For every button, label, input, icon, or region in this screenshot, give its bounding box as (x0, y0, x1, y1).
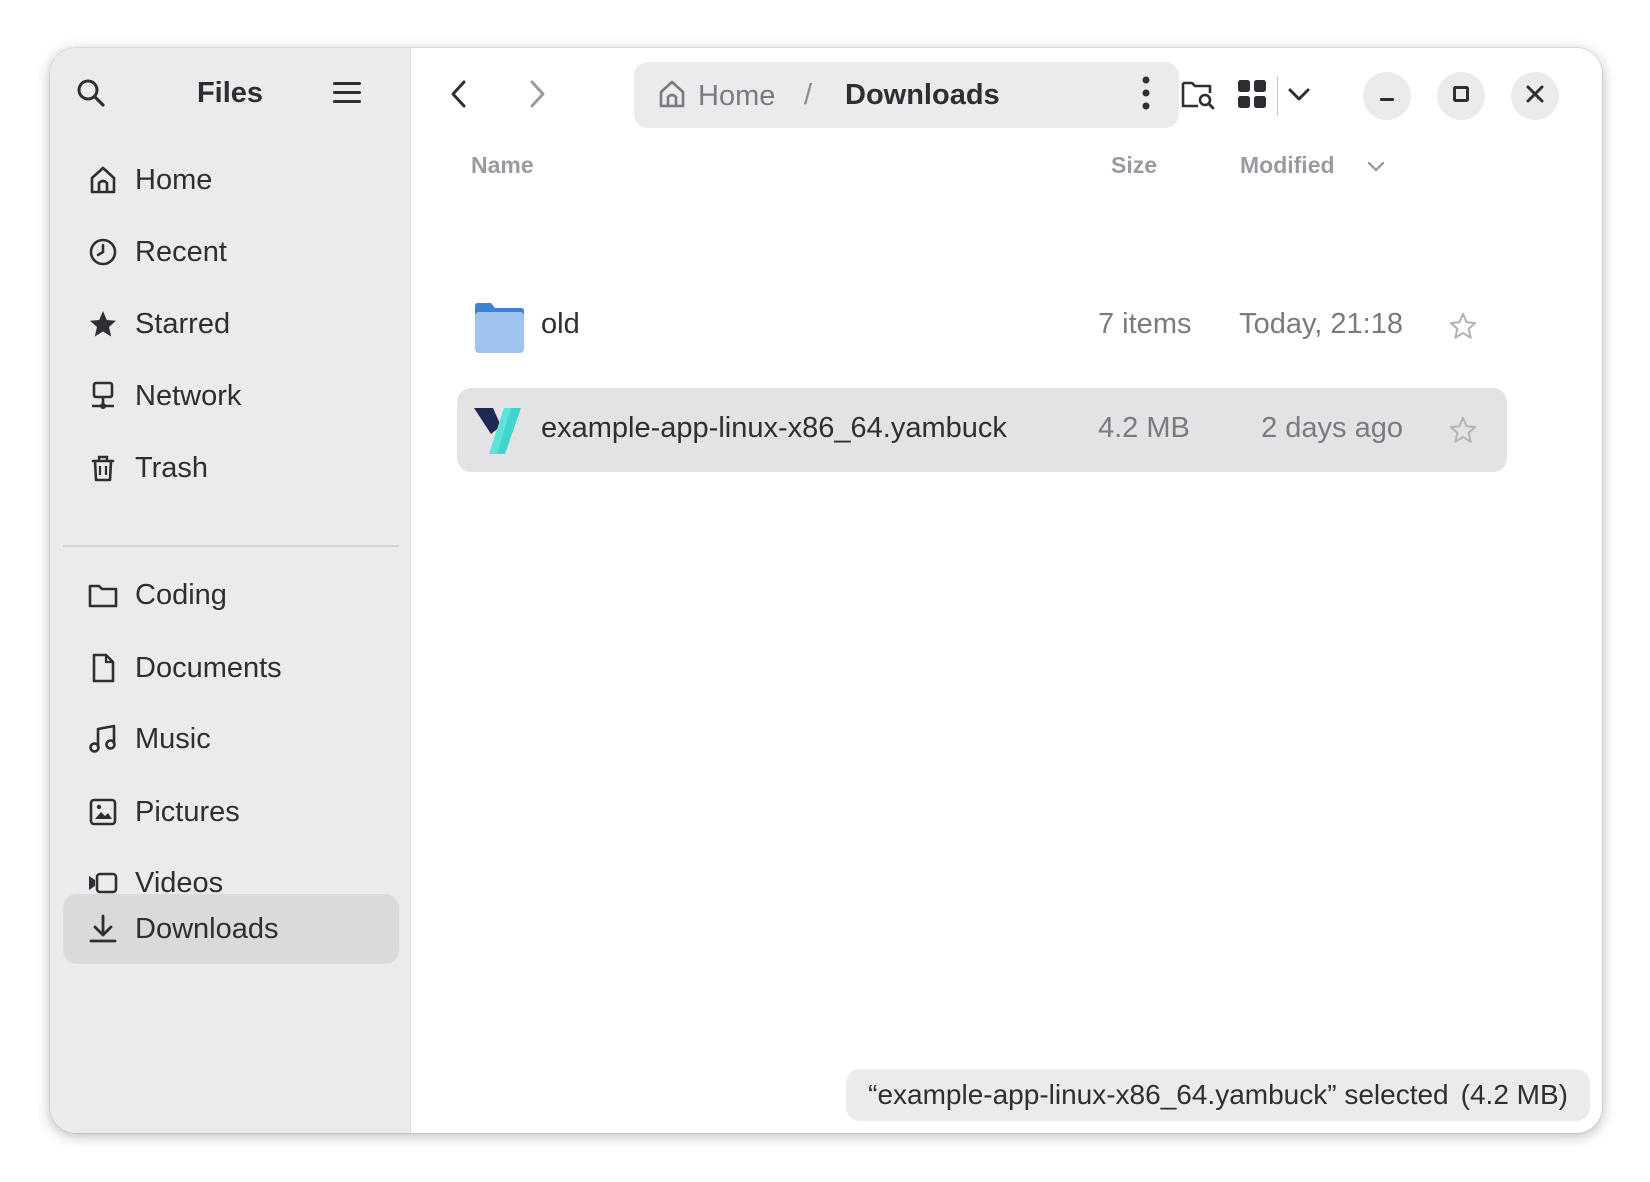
sidebar-item-documents[interactable]: Documents (63, 633, 399, 703)
main-menu-button[interactable] (322, 70, 372, 120)
file-modified: 2 days ago (1261, 412, 1403, 444)
sidebar-separator (63, 545, 399, 547)
sidebar-item-recent[interactable]: Recent (63, 217, 399, 287)
sidebar-item-coding[interactable]: Coding (63, 560, 399, 630)
picture-icon (85, 794, 121, 830)
chevron-down-icon (1287, 86, 1311, 107)
maximize-button[interactable] (1437, 72, 1485, 120)
yambuck-app-icon (471, 404, 527, 460)
network-icon (85, 378, 121, 414)
clock-icon (85, 234, 121, 270)
folder-icon (471, 300, 527, 356)
star-outline-icon (1449, 416, 1477, 443)
file-modified: Today, 21:18 (1239, 308, 1403, 340)
breadcrumb-home[interactable]: Home (656, 78, 775, 115)
breadcrumb-home-label: Home (698, 80, 776, 112)
status-size-text: (4.2 MB) (1460, 1079, 1568, 1110)
home-icon (656, 78, 688, 115)
column-header-size[interactable]: Size (1111, 152, 1157, 179)
home-icon (85, 162, 121, 198)
view-options-button[interactable] (1279, 70, 1319, 122)
sidebar-item-music[interactable]: Music (63, 704, 399, 774)
sidebar-item-trash[interactable]: Trash (63, 433, 399, 503)
sidebar-item-home[interactable]: Home (63, 145, 399, 215)
back-button[interactable] (433, 70, 485, 122)
file-row-yambuck[interactable]: example-app-linux-x86_64.yambuck 4.2 MB … (457, 388, 1507, 472)
minimize-button[interactable] (1363, 72, 1411, 120)
file-name: old (541, 308, 580, 340)
trash-icon (85, 450, 121, 486)
forward-button[interactable] (511, 70, 563, 122)
document-icon (85, 650, 121, 686)
folder-search-icon (1180, 77, 1216, 116)
minimize-icon (1377, 84, 1397, 109)
sidebar-item-downloads[interactable]: Downloads (63, 894, 399, 964)
sidebar-item-label: Trash (135, 451, 209, 484)
sidebar-item-label: Recent (135, 235, 227, 268)
sidebar-item-pictures[interactable]: Pictures (63, 777, 399, 847)
file-size: 7 items (1098, 308, 1192, 340)
folder-icon (85, 577, 121, 613)
path-bar[interactable]: Home / Downloads (634, 62, 1179, 128)
music-icon (85, 721, 121, 757)
close-icon (1525, 84, 1545, 109)
sidebar-item-starred[interactable]: Starred (63, 289, 399, 359)
chevron-right-icon (523, 78, 551, 115)
breadcrumb-separator: / (804, 79, 813, 111)
file-row-old[interactable]: old 7 items Today, 21:18 (457, 284, 1507, 368)
sidebar-item-label: Coding (135, 578, 227, 611)
main-pane: Home / Downloads Name Size Modified old … (411, 48, 1602, 1133)
star-toggle[interactable] (1441, 408, 1485, 452)
star-icon (85, 306, 121, 342)
column-header-name[interactable]: Name (471, 152, 534, 179)
path-menu-button[interactable] (1121, 70, 1171, 120)
status-selection-text: “example-app-linux-x86_64.yambuck” selec… (868, 1079, 1449, 1110)
grid-view-button[interactable] (1226, 70, 1278, 122)
sidebar-header: Files (50, 48, 410, 144)
hamburger-menu-icon (331, 78, 363, 113)
download-icon (85, 911, 121, 947)
view-divider (1277, 76, 1278, 116)
star-toggle[interactable] (1441, 304, 1485, 348)
sort-descending-icon (1366, 160, 1386, 179)
sidebar-item-label: Pictures (135, 795, 240, 828)
vertical-dots-icon (1141, 76, 1151, 115)
close-button[interactable] (1511, 72, 1559, 120)
grid-icon (1237, 79, 1267, 114)
sidebar-item-label: Starred (135, 307, 231, 340)
column-header-modified[interactable]: Modified (1240, 152, 1335, 179)
chevron-left-icon (445, 78, 473, 115)
star-outline-icon (1449, 312, 1477, 339)
sidebar-item-network[interactable]: Network (63, 361, 399, 431)
sidebar-item-label: Home (135, 163, 213, 196)
sidebar-item-label: Documents (135, 651, 282, 684)
sidebar-item-label: Downloads (135, 912, 279, 945)
breadcrumb-current[interactable]: Downloads (845, 79, 1000, 112)
file-name: example-app-linux-x86_64.yambuck (541, 412, 1007, 444)
file-size: 4.2 MB (1098, 412, 1190, 444)
search-location-button[interactable] (1172, 70, 1224, 122)
sidebar: Files Home Recent Starred Network Trash … (50, 48, 411, 1133)
sidebar-item-label: Network (135, 379, 242, 412)
maximize-icon (1451, 84, 1471, 109)
selection-status: “example-app-linux-x86_64.yambuck” selec… (846, 1069, 1590, 1121)
files-window: Files Home Recent Starred Network Trash … (50, 48, 1602, 1133)
sidebar-item-label: Music (135, 722, 211, 755)
